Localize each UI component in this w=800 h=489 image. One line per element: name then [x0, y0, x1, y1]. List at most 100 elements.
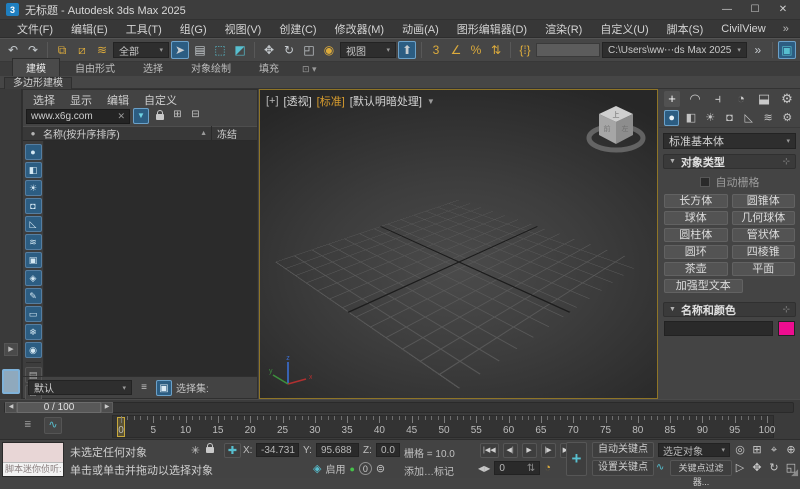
- previous-frame-arrow[interactable]: ◀: [5, 402, 17, 413]
- play-button[interactable]: ▶: [521, 443, 537, 458]
- toolbar-overflow-button[interactable]: »: [749, 41, 767, 59]
- menu-edit[interactable]: 编辑(E): [62, 21, 117, 37]
- pan-button[interactable]: ✥: [749, 460, 765, 477]
- select-and-place-button[interactable]: ◉: [320, 41, 338, 59]
- zoom-all-button[interactable]: ⊞: [749, 442, 765, 459]
- create-tube-button[interactable]: 管状体: [731, 228, 795, 242]
- display-helpers-icon[interactable]: ◺: [24, 216, 42, 232]
- tab-hierarchy[interactable]: ⫞: [710, 91, 726, 107]
- collapse-children-icon[interactable]: ⊟: [188, 109, 203, 123]
- pin-icon[interactable]: ⊹: [782, 304, 790, 315]
- menu-graph-editors[interactable]: 图形编辑器(D): [448, 21, 536, 37]
- zoom-extents-all-button[interactable]: ⊕: [783, 442, 799, 459]
- named-selection-set-field[interactable]: [536, 43, 600, 57]
- menu-rendering[interactable]: 渲染(R): [536, 21, 591, 37]
- display-shapes-icon[interactable]: ◧: [24, 162, 42, 178]
- ribbon-config-icon[interactable]: ⊡ ▾: [302, 64, 317, 76]
- select-and-rotate-button[interactable]: ↻: [280, 41, 298, 59]
- create-sphere-button[interactable]: 球体: [664, 211, 728, 225]
- lock-explorer-icon[interactable]: [152, 109, 167, 123]
- time-configuration-button[interactable]: ◔: [544, 462, 551, 474]
- tab-modify[interactable]: ◠: [687, 91, 703, 107]
- menu-civilview[interactable]: CivilView: [712, 23, 774, 35]
- listener-line[interactable]: 脚本迷你侦听:: [3, 463, 63, 476]
- window-crossing-toggle[interactable]: ◩: [231, 41, 249, 59]
- create-cylinder-button[interactable]: 圆柱体: [664, 228, 728, 242]
- menu-customize[interactable]: 自定义(U): [591, 21, 657, 37]
- ribbon-tab-modeling[interactable]: 建模: [12, 58, 60, 76]
- ribbon-tab-freeform[interactable]: 自由形式: [62, 59, 128, 76]
- category-helpers[interactable]: ◺: [741, 110, 756, 126]
- menu-modifiers[interactable]: 修改器(M): [326, 21, 394, 37]
- select-by-name-button[interactable]: ▤: [191, 41, 209, 59]
- tab-motion[interactable]: ◔: [733, 91, 749, 107]
- display-geometry-icon[interactable]: ●: [24, 144, 42, 160]
- preset-dropdown[interactable]: 默认 ▾: [28, 380, 132, 395]
- redo-button[interactable]: ↷: [24, 41, 42, 59]
- menu-tools[interactable]: 工具(T): [117, 21, 171, 37]
- object-color-swatch[interactable]: [778, 321, 795, 336]
- create-text-plus-button[interactable]: 加强型文本: [664, 279, 743, 293]
- display-containers-icon[interactable]: ▭: [24, 306, 42, 322]
- autogrid-checkbox[interactable]: [699, 176, 710, 187]
- set-key-toggle[interactable]: 设置关键点: [592, 460, 654, 476]
- viewport-shading-menu[interactable]: [默认明暗处理]: [350, 93, 422, 109]
- selection-lock-toggle[interactable]: [206, 442, 214, 456]
- key-filters-button[interactable]: 关键点过滤器...: [670, 460, 732, 487]
- time-slider-track[interactable]: [4, 402, 794, 413]
- next-frame-button[interactable]: |▶: [540, 443, 556, 458]
- explorer-menu-select[interactable]: 选择: [33, 92, 55, 107]
- key-selection-dropdown[interactable]: 选定对象 ▾: [658, 443, 730, 458]
- category-shapes[interactable]: ◧: [683, 110, 698, 126]
- bind-to-space-warp-button[interactable]: ≋: [93, 41, 111, 59]
- add-time-tag[interactable]: 添加…标记: [404, 463, 454, 478]
- reference-coordinate-system-dropdown[interactable]: 视图 ▾: [340, 42, 396, 58]
- ribbon-tab-selection[interactable]: 选择: [130, 59, 176, 76]
- create-box-button[interactable]: 长方体: [664, 194, 728, 208]
- unlink-selection-button[interactable]: ⧄: [73, 41, 91, 59]
- display-xrefs-icon[interactable]: ◈: [24, 270, 42, 286]
- rectangular-selection-region-button[interactable]: ⬚: [211, 41, 229, 59]
- keyable-icons-toggle[interactable]: ∿: [656, 462, 664, 473]
- explorer-menu-edit[interactable]: 编辑: [107, 92, 129, 107]
- set-keys-button[interactable]: +: [566, 442, 587, 476]
- track-bar-ruler[interactable]: 0 5 10 15 20 25 30 35 40 45 50 55 60 65 70 75 80 85 90 95 10…: [112, 415, 775, 438]
- category-space-warps[interactable]: ≋: [760, 110, 775, 126]
- filter-icon[interactable]: ▼: [133, 108, 149, 124]
- spinner-icon[interactable]: ⇅: [527, 463, 535, 474]
- category-systems[interactable]: ⚙: [780, 110, 795, 126]
- field-of-view-button[interactable]: ▷: [732, 460, 748, 477]
- layout-flyout-button[interactable]: ▶: [4, 343, 18, 356]
- search-input[interactable]: www.x6g.com ✕: [26, 108, 130, 124]
- viewport-pov-menu[interactable]: [透视]: [284, 93, 312, 109]
- select-and-move-button[interactable]: ✥: [260, 41, 278, 59]
- close-button[interactable]: ✕: [772, 2, 794, 17]
- auto-key-toggle[interactable]: 自动关键点: [592, 442, 654, 458]
- create-cone-button[interactable]: 圆锥体: [731, 194, 795, 208]
- tab-create[interactable]: +: [664, 91, 680, 107]
- scene-security-icon[interactable]: ◈: [313, 462, 321, 475]
- current-frame-field[interactable]: 0 ⇅: [494, 461, 541, 475]
- maxscript-mini-listener[interactable]: 脚本迷你侦听:: [2, 442, 64, 477]
- app-icon[interactable]: 3: [6, 3, 19, 16]
- category-cameras[interactable]: ◘: [722, 110, 737, 126]
- column-name-header[interactable]: 名称(按升序排序) ▲: [43, 126, 211, 141]
- render-setup-button[interactable]: ▣: [777, 41, 796, 59]
- menu-file[interactable]: 文件(F): [8, 21, 62, 37]
- scene-explorer-icon[interactable]: ▣: [156, 379, 172, 396]
- time-slider-handle[interactable]: 0 / 100: [17, 402, 101, 413]
- resize-grip[interactable]: ◢: [791, 467, 798, 478]
- mini-curve-editor-button[interactable]: ∿: [44, 417, 62, 434]
- category-geometry[interactable]: ●: [664, 110, 680, 126]
- zoom-button[interactable]: ◎: [732, 442, 748, 459]
- minimize-button[interactable]: —: [716, 2, 738, 17]
- spinner-snap-toggle[interactable]: ⇅: [487, 41, 505, 59]
- menu-scripting[interactable]: 脚本(S): [658, 21, 713, 37]
- display-groups-icon[interactable]: ▣: [24, 252, 42, 268]
- tab-utilities[interactable]: ⚙: [779, 91, 795, 107]
- layout-tab-current[interactable]: [2, 369, 20, 394]
- select-and-link-button[interactable]: ⧉: [53, 41, 71, 59]
- coord-y-field[interactable]: 95.688: [316, 443, 359, 457]
- tab-display[interactable]: ⬓: [756, 91, 772, 107]
- rollout-object-type[interactable]: ▼ 对象类型 ⊹: [663, 154, 796, 169]
